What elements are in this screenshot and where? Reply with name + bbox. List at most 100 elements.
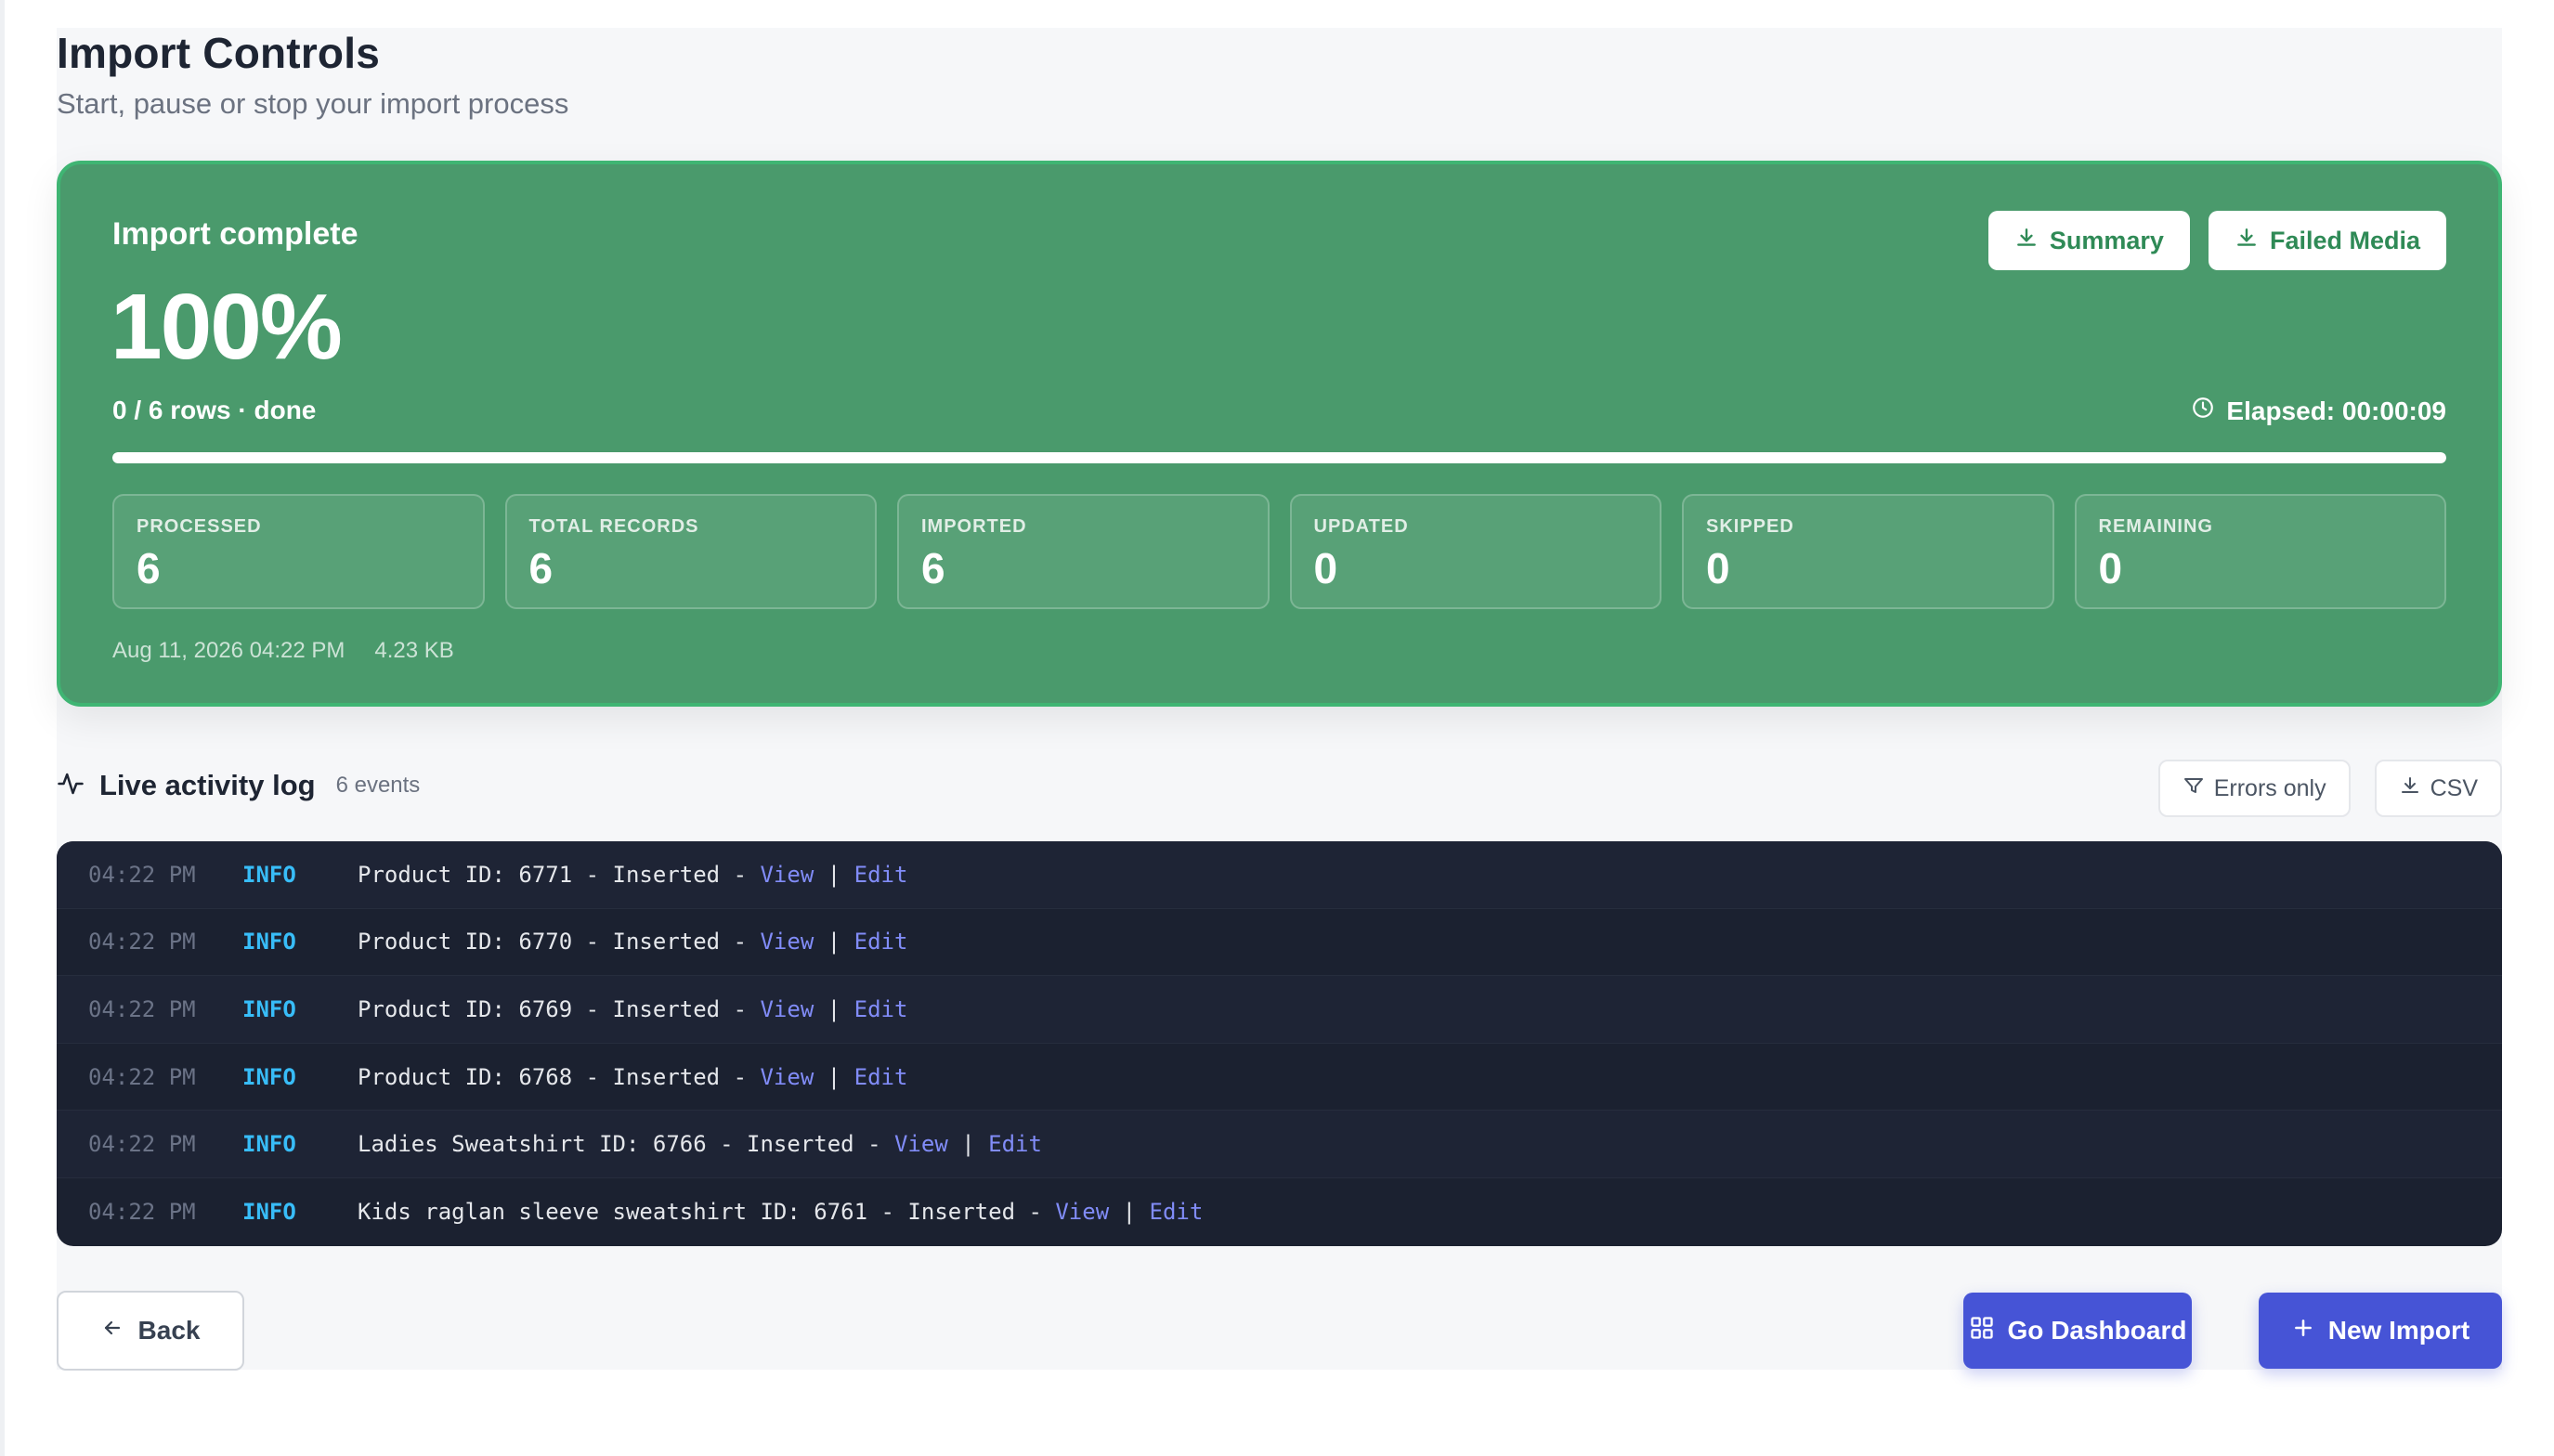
elapsed-time: Elapsed: 00:00:09 bbox=[2191, 396, 2446, 426]
clock-icon bbox=[2191, 396, 2215, 426]
stat-label: TOTAL RECORDS bbox=[528, 516, 699, 537]
failed-media-download-button[interactable]: Failed Media bbox=[2208, 211, 2446, 270]
log-time: 04:22 PM bbox=[88, 1063, 196, 1090]
errors-only-filter-button[interactable]: Errors only bbox=[2157, 760, 2351, 817]
page-title: Import Controls bbox=[57, 29, 380, 77]
failed-media-button-label: Failed Media bbox=[2269, 226, 2420, 254]
log-level: INFO bbox=[242, 861, 296, 888]
download-icon bbox=[2235, 226, 2259, 256]
activity-log-tools: Errors only CSV bbox=[2157, 760, 2502, 817]
log-message: Product ID: 6771 - Inserted - bbox=[358, 861, 761, 888]
log-view-link[interactable]: View bbox=[760, 862, 814, 888]
log-edit-link[interactable]: Edit bbox=[854, 996, 908, 1022]
new-import-button[interactable]: New Import bbox=[2259, 1293, 2502, 1369]
hero-actions: Summary Failed Media bbox=[1987, 211, 2446, 270]
log-separator: | bbox=[814, 995, 854, 1022]
log-level: INFO bbox=[242, 1063, 296, 1090]
stat-imported: IMPORTED 6 bbox=[897, 494, 1270, 609]
progress-bar bbox=[112, 452, 2446, 463]
log-edit-link[interactable]: Edit bbox=[854, 929, 908, 955]
stat-label: REMAINING bbox=[2098, 516, 2213, 537]
log-entry: 04:22 PM INFO Ladies Sweatshirt ID: 6766… bbox=[57, 1111, 2502, 1178]
stat-total-records: TOTAL RECORDS 6 bbox=[504, 494, 877, 609]
stat-value: 0 bbox=[1706, 544, 1730, 592]
back-button-label: Back bbox=[137, 1316, 201, 1345]
summary-button-label: Summary bbox=[2049, 226, 2164, 254]
stat-label: PROCESSED bbox=[137, 516, 262, 537]
import-status-label: Import complete bbox=[112, 216, 358, 252]
log-edit-link[interactable]: Edit bbox=[988, 1131, 1042, 1157]
log-view-link[interactable]: View bbox=[760, 996, 814, 1022]
csv-download-button[interactable]: CSV bbox=[2374, 760, 2502, 817]
log-entry: 04:22 PM INFO Product ID: 6770 - Inserte… bbox=[57, 909, 2502, 977]
activity-icon bbox=[57, 770, 85, 802]
log-time: 04:22 PM bbox=[88, 861, 196, 888]
go-dashboard-label: Go Dashboard bbox=[2007, 1316, 2187, 1345]
log-level: INFO bbox=[242, 1131, 296, 1158]
log-message: Ladies Sweatshirt ID: 6766 - Inserted - bbox=[358, 1131, 894, 1158]
log-entry: 04:22 PM INFO Kids raglan sleeve sweatsh… bbox=[57, 1178, 2502, 1246]
log-edit-link[interactable]: Edit bbox=[1150, 1199, 1204, 1225]
new-import-label: New Import bbox=[2327, 1316, 2470, 1345]
page-subtitle: Start, pause or stop your import process bbox=[57, 87, 569, 120]
stat-value: 6 bbox=[921, 544, 945, 592]
log-message: Product ID: 6769 - Inserted - bbox=[358, 995, 761, 1022]
stat-label: UPDATED bbox=[1313, 516, 1409, 537]
filter-icon bbox=[2183, 774, 2205, 803]
log-message: Product ID: 6768 - Inserted - bbox=[358, 1063, 761, 1090]
import-percent: 100% bbox=[111, 275, 343, 379]
import-status-card: Import complete 100% Summary Failed Medi… bbox=[57, 161, 2502, 707]
activity-log-header: Live activity log 6 events bbox=[57, 769, 420, 802]
stat-label: SKIPPED bbox=[1706, 516, 1794, 537]
stat-value: 0 bbox=[1313, 544, 1338, 592]
log-entry: 04:22 PM INFO Product ID: 6771 - Inserte… bbox=[57, 841, 2502, 909]
csv-label: CSV bbox=[2430, 774, 2478, 801]
stat-value: 0 bbox=[2098, 544, 2123, 592]
go-dashboard-button[interactable]: Go Dashboard bbox=[1963, 1293, 2192, 1369]
back-button[interactable]: Back bbox=[57, 1291, 244, 1371]
log-edit-link[interactable]: Edit bbox=[854, 862, 908, 888]
summary-download-button[interactable]: Summary bbox=[1987, 211, 2190, 270]
stat-skipped: SKIPPED 0 bbox=[1682, 494, 2054, 609]
rows-progress-text: 0 / 6 rows · done bbox=[112, 396, 317, 424]
log-time: 04:22 PM bbox=[88, 1199, 196, 1226]
log-entry: 04:22 PM INFO Product ID: 6768 - Inserte… bbox=[57, 1044, 2502, 1112]
log-level: INFO bbox=[242, 929, 296, 956]
grid-icon bbox=[1969, 1315, 1995, 1347]
stat-processed: PROCESSED 6 bbox=[112, 494, 485, 609]
download-icon bbox=[2399, 774, 2421, 803]
errors-only-label: Errors only bbox=[2213, 774, 2326, 801]
log-level: INFO bbox=[242, 995, 296, 1022]
log-separator: | bbox=[814, 861, 854, 888]
download-icon bbox=[2014, 226, 2039, 256]
log-view-link[interactable]: View bbox=[894, 1131, 948, 1157]
log-level: INFO bbox=[242, 1199, 296, 1226]
log-message: Kids raglan sleeve sweatshirt ID: 6761 -… bbox=[358, 1199, 1056, 1226]
stat-value: 6 bbox=[137, 544, 161, 592]
log-entry: 04:22 PM INFO Product ID: 6769 - Inserte… bbox=[57, 976, 2502, 1044]
log-separator: | bbox=[1109, 1199, 1150, 1226]
log-view-link[interactable]: View bbox=[760, 929, 814, 955]
log-time: 04:22 PM bbox=[88, 929, 196, 956]
log-time: 04:22 PM bbox=[88, 995, 196, 1022]
log-view-link[interactable]: View bbox=[760, 1064, 814, 1090]
left-edge-divider bbox=[0, 0, 5, 1456]
activity-log-title: Live activity log bbox=[99, 769, 316, 801]
activity-log-list: 04:22 PM INFO Product ID: 6771 - Inserte… bbox=[57, 841, 2502, 1246]
progress-bar-fill bbox=[112, 452, 2446, 463]
log-time: 04:22 PM bbox=[88, 1131, 196, 1158]
stat-label: IMPORTED bbox=[921, 516, 1027, 537]
elapsed-text: Elapsed: 00:00:09 bbox=[2226, 396, 2446, 425]
import-date: Aug 11, 2026 04:22 PM bbox=[112, 638, 345, 663]
stat-updated: UPDATED 0 bbox=[1289, 494, 1661, 609]
log-separator: | bbox=[947, 1131, 989, 1158]
file-size: 4.23 KB bbox=[374, 638, 454, 663]
log-separator: | bbox=[814, 1063, 854, 1090]
stat-value: 6 bbox=[528, 544, 554, 592]
stat-remaining: REMAINING 0 bbox=[2074, 494, 2446, 609]
log-message: Product ID: 6770 - Inserted - bbox=[358, 929, 761, 956]
plus-icon bbox=[2291, 1316, 2315, 1346]
log-edit-link[interactable]: Edit bbox=[854, 1064, 908, 1090]
import-meta: Aug 11, 2026 04:22 PM 4.23 KB bbox=[112, 638, 454, 664]
log-view-link[interactable]: View bbox=[1055, 1199, 1109, 1225]
